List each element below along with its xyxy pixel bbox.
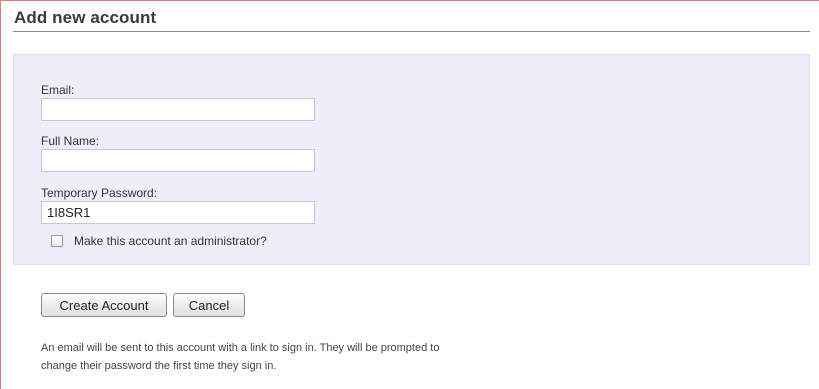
admin-checkbox-label[interactable]: Make this account an administrator? xyxy=(74,234,267,248)
email-label: Email: xyxy=(41,83,75,97)
page-title: Add new account xyxy=(14,8,157,27)
full-name-field[interactable] xyxy=(41,149,315,172)
title-divider xyxy=(13,31,810,32)
help-text: An email will be sent to this account wi… xyxy=(41,342,440,372)
frame-left-border xyxy=(0,0,1,389)
temporary-password-label: Temporary Password: xyxy=(41,186,158,200)
cancel-button[interactable]: Cancel xyxy=(173,293,245,317)
create-account-button[interactable]: Create Account xyxy=(41,293,167,317)
temporary-password-field[interactable] xyxy=(41,201,315,224)
frame-top-border xyxy=(0,0,819,1)
email-field[interactable] xyxy=(41,98,315,121)
admin-checkbox[interactable] xyxy=(51,235,63,247)
full-name-label: Full Name: xyxy=(41,134,100,148)
